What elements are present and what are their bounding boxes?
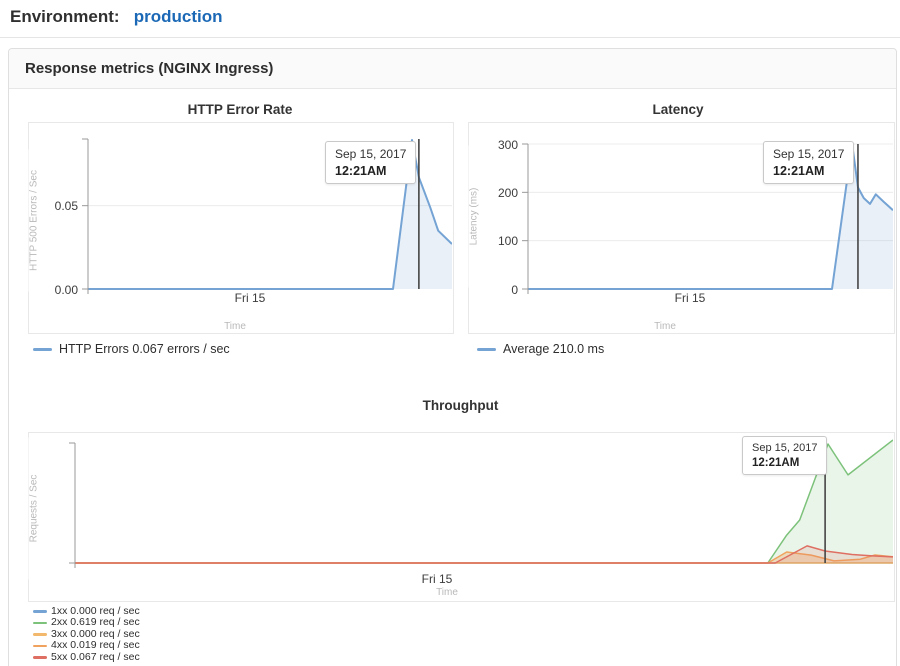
legend-label: Average 210.0 ms <box>503 342 604 356</box>
tooltip-date: Sep 15, 2017 <box>773 147 844 161</box>
legend-swatch <box>33 645 47 648</box>
legend-throughput: 1xx 0.000 req / sec 2xx 0.619 req / sec … <box>33 606 140 663</box>
y-tick-label: 200 <box>484 186 518 200</box>
tooltip-time: 12:21AM <box>773 164 844 178</box>
y-axis-label: Requests / Sec <box>29 438 40 580</box>
y-tick-label: 0.00 <box>44 283 78 297</box>
legend-swatch <box>33 610 47 613</box>
legend-item-4xx: 4xx 0.019 req / sec <box>33 640 140 651</box>
x-tick-label: Fri 15 <box>630 291 750 305</box>
environment-label: Environment: <box>10 7 120 26</box>
legend-swatch <box>33 348 52 351</box>
legend-swatch <box>33 633 47 636</box>
x-axis-label: Time <box>417 587 477 598</box>
legend-item-5xx: 5xx 0.067 req / sec <box>33 652 140 663</box>
environment-header: Environment: production <box>10 7 223 27</box>
chart-title-http-error-rate: HTTP Error Rate <box>20 102 460 117</box>
y-tick-label: 0.05 <box>44 199 78 213</box>
x-tick-label: Fri 15 <box>190 291 310 305</box>
legend-label: 4xx 0.019 req / sec <box>51 640 140 651</box>
header-divider <box>0 37 900 38</box>
tooltip-date: Sep 15, 2017 <box>752 442 817 454</box>
tooltip: Sep 15, 2017 12:21AM <box>325 141 416 184</box>
tooltip-time: 12:21AM <box>752 457 817 469</box>
legend-swatch <box>477 348 496 351</box>
tooltip: Sep 15, 2017 12:21AM <box>763 141 854 184</box>
y-axis-label: HTTP 500 Errors / Sec <box>29 150 40 292</box>
legend-label: 5xx 0.067 req / sec <box>51 652 140 663</box>
legend-swatch <box>33 622 47 625</box>
legend-swatch <box>33 656 47 659</box>
y-tick-label: 0 <box>484 283 518 297</box>
x-axis-label: Time <box>205 321 265 332</box>
tooltip-date: Sep 15, 2017 <box>335 147 406 161</box>
y-axis-label: Latency (ms) <box>469 146 480 288</box>
panel-title: Response metrics (NGINX Ingress) <box>9 49 896 89</box>
legend-label: HTTP Errors 0.067 errors / sec <box>59 342 230 356</box>
chart-title-latency: Latency <box>458 102 898 117</box>
environment-link[interactable]: production <box>134 7 223 26</box>
metrics-dashboard: Environment: production Response metrics… <box>0 0 900 666</box>
legend-http-errors: HTTP Errors 0.067 errors / sec <box>33 342 230 356</box>
x-axis-label: Time <box>635 321 695 332</box>
legend-average-latency: Average 210.0 ms <box>477 342 604 356</box>
y-tick-label: 300 <box>484 138 518 152</box>
x-tick-label: Fri 15 <box>377 572 497 586</box>
tooltip-time: 12:21AM <box>335 164 406 178</box>
tooltip: Sep 15, 2017 12:21AM <box>742 436 827 475</box>
chart-title-throughput: Throughput <box>28 398 893 413</box>
y-tick-label: 100 <box>484 234 518 248</box>
